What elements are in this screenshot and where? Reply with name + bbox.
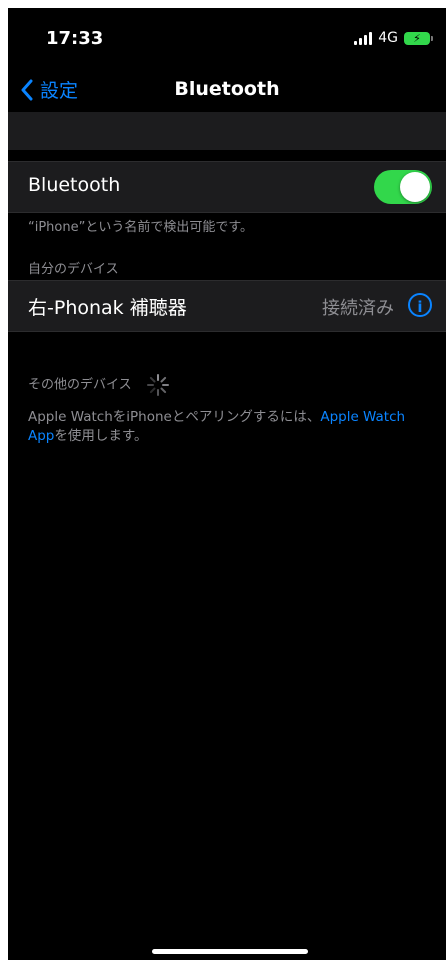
pairing-note-suffix: を使用します。 (54, 428, 148, 444)
other-devices-header: その他のデバイス (28, 373, 170, 397)
bluetooth-toggle[interactable] (374, 170, 432, 204)
home-indicator[interactable] (152, 949, 308, 954)
toggle-knob (400, 172, 430, 202)
device-name: 右-Phonak 補聴器 (28, 297, 187, 319)
pairing-note: Apple WatchをiPhoneとペアリングするには、Apple Watch… (28, 408, 423, 446)
page-title: Bluetooth (174, 78, 280, 100)
bluetooth-toggle-row: Bluetooth (8, 161, 446, 213)
header-band (8, 112, 446, 150)
status-indicators: 4G ⚡ (354, 30, 433, 46)
bluetooth-label: Bluetooth (28, 174, 121, 196)
status-bar: 17:33 4G ⚡ (8, 8, 446, 58)
screen: 17:33 4G ⚡ 設定 Bluetooth Bluetooth “iPhon… (8, 8, 446, 960)
spinner-icon (146, 374, 169, 396)
discoverable-note: “iPhone”という名前で検出可能です。 (28, 220, 254, 235)
navigation-bar: 設定 Bluetooth (8, 66, 446, 112)
device-row[interactable]: 右-Phonak 補聴器 接続済み i (8, 280, 446, 332)
pairing-note-text: Apple WatchをiPhoneとペアリングするには、 (28, 409, 321, 425)
status-time: 17:33 (46, 28, 104, 49)
signal-icon (354, 31, 373, 45)
network-type: 4G (378, 30, 398, 46)
battery-charging-icon: ⚡ (404, 31, 433, 45)
my-devices-header: 自分のデバイス (28, 262, 119, 277)
info-icon[interactable]: i (408, 293, 432, 317)
other-devices-label: その他のデバイス (28, 377, 132, 393)
device-status: 接続済み (322, 298, 394, 319)
